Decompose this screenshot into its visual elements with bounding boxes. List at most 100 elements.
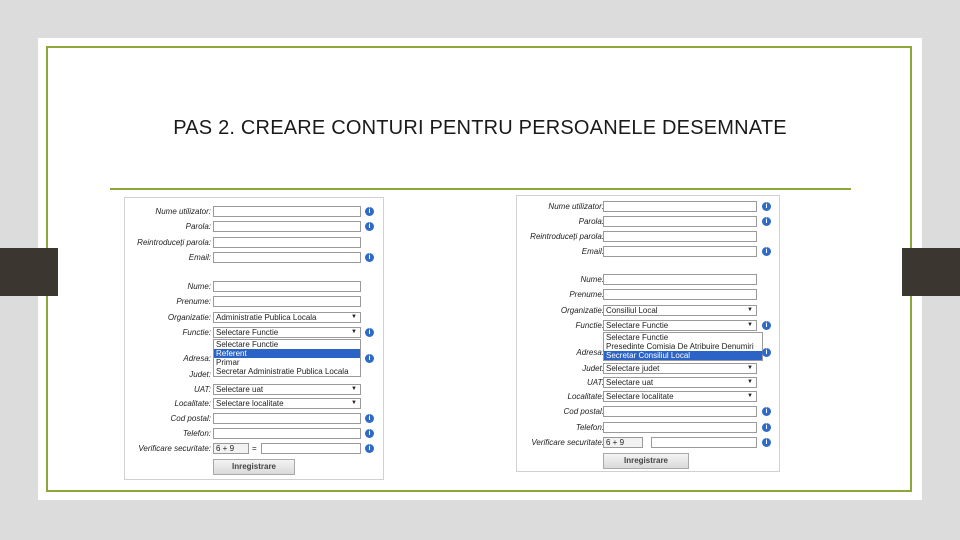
chevron-down-icon: ▼ [351, 329, 357, 335]
field-label: UAT: [586, 378, 604, 387]
select-value: Selectare uat [216, 385, 264, 394]
username-input[interactable] [603, 201, 757, 212]
info-icon[interactable]: i [365, 354, 374, 363]
address-row: Adresa: i [125, 352, 383, 366]
field-label: Telefon: [182, 429, 211, 438]
info-icon[interactable]: i [762, 423, 771, 432]
county-select[interactable]: Selectare judet ▼ [603, 363, 757, 374]
field-label: Email: [581, 247, 604, 256]
username-row: Nume utilizator: i [517, 200, 779, 214]
chevron-down-icon: ▼ [351, 314, 357, 320]
right-side-tab [902, 248, 960, 296]
locality-select[interactable]: Selectare localitate ▼ [213, 398, 361, 409]
phone-input[interactable] [603, 422, 757, 433]
info-icon[interactable]: i [762, 217, 771, 226]
info-icon[interactable]: i [365, 429, 374, 438]
register-button[interactable]: Inregistrare [603, 453, 689, 469]
field-label: Nume: [580, 275, 604, 284]
info-icon[interactable]: i [762, 348, 771, 357]
field-label: Adresa: [576, 348, 604, 357]
email-row: Email: i [125, 251, 383, 265]
field-label: Localitate: [174, 399, 211, 408]
field-label: Email: [188, 253, 211, 262]
postal-code-input[interactable] [603, 406, 757, 417]
phone-input[interactable] [213, 428, 361, 439]
info-icon[interactable]: i [365, 328, 374, 337]
postal-code-row: Cod postal: i [125, 412, 383, 426]
captcha-equals: = [252, 444, 257, 453]
select-value: Administratie Publica Locala [216, 313, 317, 322]
field-label: Adresa: [183, 354, 211, 363]
field-label: Prenume: [569, 290, 604, 299]
field-label: Organizatie: [560, 306, 604, 315]
postal-code-row: Cod postal: i [517, 405, 779, 419]
password-row: Parola: i [125, 220, 383, 234]
title-underline [110, 188, 851, 190]
locality-select[interactable]: Selectare localitate ▼ [603, 391, 757, 402]
info-icon[interactable]: i [365, 414, 374, 423]
select-value: Selectare Functie [606, 321, 669, 330]
chevron-down-icon: ▼ [747, 379, 753, 385]
password-confirm-input[interactable] [213, 237, 361, 248]
field-label: Judet: [189, 370, 211, 379]
username-input[interactable] [213, 206, 361, 217]
field-label: Prenume: [176, 297, 211, 306]
organization-select[interactable]: Consiliul Local ▼ [603, 305, 757, 316]
register-button[interactable]: Inregistrare [213, 459, 295, 475]
right-registration-form: Nume utilizator: i Parola: i Reintroduce… [516, 195, 780, 472]
info-icon[interactable]: i [365, 253, 374, 262]
uat-select[interactable]: Selectare uat ▼ [603, 377, 757, 388]
captcha-answer-input[interactable] [651, 437, 757, 448]
captcha-answer-input[interactable] [261, 443, 361, 454]
info-icon[interactable]: i [762, 438, 771, 447]
chevron-down-icon: ▼ [747, 307, 753, 313]
chevron-down-icon: ▼ [747, 322, 753, 328]
password-input[interactable] [213, 221, 361, 232]
select-value: Selectare uat [606, 378, 654, 387]
password-confirm-input[interactable] [603, 231, 757, 242]
field-label: Verificare securitate: [531, 438, 604, 447]
address-row: Adresa: i [517, 346, 779, 360]
security-check-row: Verificare securitate: 6 + 9 = i [125, 442, 383, 456]
field-label: Functie: [575, 321, 604, 330]
captcha-question: 6 + 9 [603, 437, 643, 448]
select-value: Selectare judet [606, 364, 660, 373]
info-icon[interactable]: i [762, 407, 771, 416]
function-select[interactable]: Selectare Functie ▼ [213, 327, 361, 338]
info-icon[interactable]: i [365, 444, 374, 453]
info-icon[interactable]: i [365, 207, 374, 216]
info-icon[interactable]: i [762, 202, 771, 211]
email-row: Email: i [517, 245, 779, 259]
last-name-row: Nume: [517, 273, 779, 287]
function-select[interactable]: Selectare Functie ▼ [603, 320, 757, 331]
field-label: Parola: [578, 217, 604, 226]
left-side-tab [0, 248, 58, 296]
uat-select[interactable]: Selectare uat ▼ [213, 384, 361, 395]
info-icon[interactable]: i [365, 222, 374, 231]
email-input[interactable] [213, 252, 361, 263]
first-name-input[interactable] [213, 296, 361, 307]
first-name-row: Prenume: [125, 295, 383, 309]
dropdown-option[interactable]: Selectare Functie [604, 333, 762, 342]
password-input[interactable] [603, 216, 757, 227]
email-input[interactable] [603, 246, 757, 257]
postal-code-input[interactable] [213, 413, 361, 424]
security-check-row: Verificare securitate: 6 + 9 i [517, 436, 779, 450]
dropdown-option[interactable]: Selectare Functie [214, 340, 360, 349]
field-label: Nume utilizator: [155, 207, 211, 216]
first-name-input[interactable] [603, 289, 757, 300]
password-row: Parola: i [517, 215, 779, 229]
county-row: Judet: Selectare judet ▼ [517, 362, 779, 376]
organization-select[interactable]: Administratie Publica Locala ▼ [213, 312, 361, 323]
info-icon[interactable]: i [762, 321, 771, 330]
last-name-input[interactable] [213, 281, 361, 292]
field-label: Reintroduceți parola: [137, 238, 211, 247]
field-label: Judet: [582, 364, 604, 373]
field-label: UAT: [193, 385, 211, 394]
info-icon[interactable]: i [762, 247, 771, 256]
password-confirm-row: Reintroduceți parola: [517, 230, 779, 244]
last-name-input[interactable] [603, 274, 757, 285]
username-row: Nume utilizator: i [125, 205, 383, 219]
uat-row: UAT: Selectare uat ▼ [517, 376, 779, 390]
field-label: Telefon: [575, 423, 604, 432]
